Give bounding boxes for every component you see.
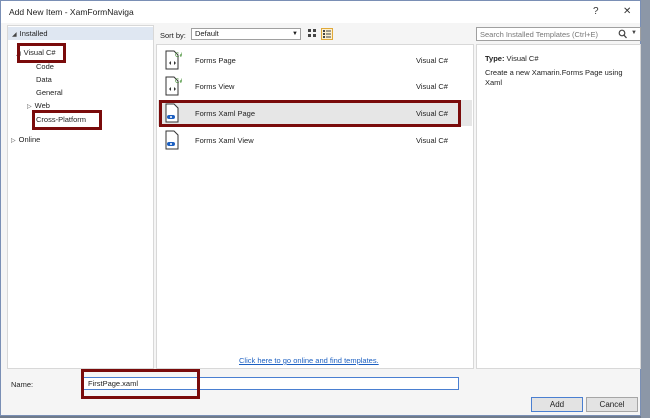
template-row-forms-view[interactable]: C# Forms View Visual C#	[158, 73, 472, 99]
template-language: Visual C#	[416, 82, 448, 91]
add-new-item-dialog: Add New Item - XamFormNaviga ? ✕ ◢ Instal…	[0, 0, 641, 416]
name-label: Name:	[11, 380, 34, 389]
title-bar: Add New Item - XamFormNaviga ? ✕	[1, 1, 640, 23]
tree-item-label: Web	[34, 101, 50, 110]
template-name: Forms Page	[195, 56, 236, 65]
highlight-cross-platform	[32, 110, 102, 130]
svg-text:C#: C#	[175, 78, 182, 85]
template-row-forms-xaml-view[interactable]: Forms Xaml View Visual C#	[158, 127, 472, 153]
tree-item-data[interactable]: Data	[36, 75, 52, 84]
xaml-view-icon	[165, 130, 179, 150]
tree-item-label: Installed	[19, 29, 48, 38]
search-icon	[618, 29, 627, 39]
search-templates-input[interactable]: Search Installed Templates (Ctrl+E) ▼	[476, 27, 641, 41]
close-button[interactable]: ✕	[623, 6, 631, 17]
list-view-button[interactable]	[321, 28, 333, 40]
forms-page-icon: C#	[165, 50, 182, 70]
search-placeholder: Search Installed Templates (Ctrl+E)	[480, 30, 599, 39]
template-row-forms-page[interactable]: C# Forms Page Visual C#	[158, 47, 472, 73]
template-tree: ◢ Installed ◢ Visual C# Code Data General …	[7, 25, 154, 369]
chevron-down-icon[interactable]: ▼	[631, 30, 637, 36]
window-title: Add New Item - XamFormNaviga	[9, 7, 134, 17]
tree-item-installed[interactable]: ◢ Installed	[8, 27, 153, 40]
type-label: Type:	[485, 54, 505, 63]
collapsed-arrow-icon: ▷	[27, 104, 32, 110]
type-value: Visual C#	[506, 54, 539, 63]
tree-item-web[interactable]: ▷ Web	[27, 101, 50, 110]
cancel-button[interactable]: Cancel	[586, 397, 638, 412]
template-list: C# Forms Page Visual C# C# Forms View Vi…	[156, 44, 474, 369]
template-name: Forms Xaml View	[195, 136, 254, 145]
highlight-name-field	[81, 369, 200, 399]
grid-view-icon	[308, 29, 316, 37]
highlight-visual-csharp	[17, 43, 66, 63]
medium-icons-view-button[interactable]	[306, 28, 318, 40]
chevron-down-icon: ▼	[292, 31, 298, 37]
template-details: Type: Visual C# Create a new Xamarin.For…	[476, 44, 641, 369]
sort-by-value: Default	[195, 29, 219, 38]
sort-by-dropdown[interactable]: Default ▼	[191, 28, 301, 40]
forms-view-icon: C#	[165, 76, 182, 96]
tree-item-label: Online	[18, 135, 41, 144]
template-name: Forms View	[195, 82, 235, 91]
tree-item-general[interactable]: General	[36, 88, 63, 97]
highlight-forms-xaml-page	[159, 100, 461, 127]
help-button[interactable]: ?	[593, 6, 599, 17]
template-description: Create a new Xamarin.Forms Page using Xa…	[485, 68, 623, 87]
template-language: Visual C#	[416, 56, 448, 65]
collapsed-arrow-icon: ▷	[11, 138, 16, 144]
tree-item-code[interactable]: Code	[36, 62, 54, 71]
type-line: Type: Visual C#	[485, 54, 539, 63]
add-button[interactable]: Add	[531, 397, 583, 412]
tree-item-online[interactable]: ▷ Online	[11, 135, 40, 144]
sort-by-label: Sort by:	[160, 31, 186, 40]
svg-text:C#: C#	[175, 52, 182, 59]
expanded-arrow-icon: ◢	[12, 32, 17, 38]
find-templates-online-link[interactable]: Click here to go online and find templat…	[239, 356, 379, 365]
background-window	[641, 0, 650, 418]
sort-toolbar: Sort by: Default ▼	[156, 25, 472, 43]
template-language: Visual C#	[416, 136, 448, 145]
list-view-icon	[323, 30, 331, 38]
